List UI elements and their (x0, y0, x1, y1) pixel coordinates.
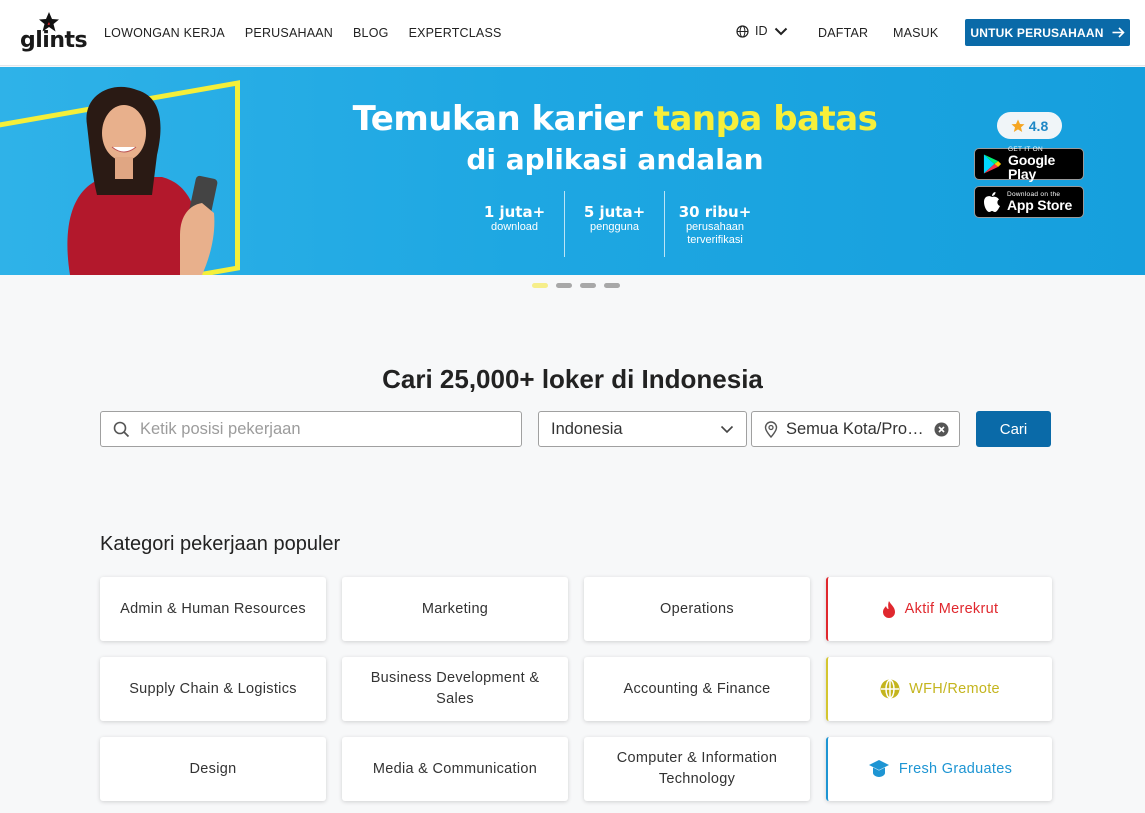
carousel-indicators (532, 283, 620, 288)
stat-number: 30 ribu+ (678, 203, 752, 221)
category-card[interactable]: Design (100, 737, 326, 801)
category-card-actively-hiring[interactable]: Aktif Merekrut (826, 577, 1052, 641)
category-label: Design (189, 760, 237, 777)
carousel-dot-3[interactable] (580, 283, 596, 288)
promo-banner[interactable]: Temukan karier tanpa batas di aplikasi a… (0, 67, 1145, 275)
banner-subtitle: di aplikasi andalan (466, 143, 764, 176)
category-card[interactable]: Admin & Human Resources (100, 577, 326, 641)
logo-text: glints (20, 28, 88, 53)
google-play-icon (983, 154, 1002, 174)
location-pin-icon (764, 420, 778, 438)
category-card[interactable]: Supply Chain & Logistics (100, 657, 326, 721)
login-link[interactable]: MASUK (893, 26, 938, 40)
categories-title: Kategori pekerjaan populer (100, 533, 341, 555)
carousel-dot-1[interactable] (532, 283, 548, 288)
category-card[interactable]: Computer & Information Technology (584, 737, 810, 801)
banner-title-highlight: tanpa batas (653, 99, 878, 139)
category-label: Marketing (421, 600, 489, 617)
chevron-down-icon (774, 27, 787, 35)
language-selector[interactable]: ID (736, 24, 788, 38)
app-store-label: App Store (1007, 197, 1073, 214)
carousel-dot-4[interactable] (604, 283, 620, 288)
search-icon (113, 421, 130, 437)
stat-users: 5 juta+ pengguna (565, 191, 665, 257)
banner-stats: 1 juta+ download 5 juta+ pengguna 30 rib… (465, 191, 765, 257)
category-card[interactable]: Business Development & Sales (342, 657, 568, 721)
nav-jobs[interactable]: LOWONGAN KERJA (104, 26, 225, 40)
google-play-button[interactable]: GET IT ON Google Play (974, 146, 1084, 183)
globe-icon (880, 679, 900, 699)
stat-downloads: 1 juta+ download (465, 191, 565, 257)
flame-icon (882, 600, 895, 618)
city-value: Semua Kota/Provinsi (786, 419, 926, 438)
category-label: Operations (660, 600, 734, 617)
arrow-right-icon (1112, 27, 1125, 38)
for-companies-button[interactable]: UNTUK PERUSAHAAN (965, 19, 1130, 46)
rating-value: 4.8 (1028, 117, 1049, 134)
nav-blog[interactable]: BLOG (353, 26, 389, 40)
category-card[interactable]: Marketing (342, 577, 568, 641)
category-label: Fresh Graduates (898, 760, 1013, 777)
search-button[interactable]: Cari (976, 411, 1051, 447)
search-title: Cari 25,000+ loker di Indonesia (382, 364, 763, 394)
apple-icon (984, 192, 1000, 212)
category-card[interactable]: Operations (584, 577, 810, 641)
category-label: Aktif Merekrut (904, 600, 999, 617)
chevron-down-icon (720, 425, 734, 433)
top-navbar: glints LOWONGAN KERJA PERUSAHAAN BLOG EX… (0, 0, 1145, 66)
job-position-search-field[interactable]: Ketik posisi pekerjaan (100, 411, 522, 447)
stat-number: 5 juta+ (583, 203, 646, 221)
category-grid: Admin & Human Resources Marketing Operat… (100, 577, 1052, 801)
language-label: ID (755, 24, 768, 38)
register-link[interactable]: DAFTAR (818, 26, 868, 40)
country-value: Indonesia (551, 419, 623, 438)
star-icon (1011, 119, 1025, 132)
woman-with-phone-image (67, 86, 218, 275)
glints-logo[interactable]: glints (20, 12, 88, 56)
category-label: Supply Chain & Logistics (129, 680, 297, 697)
google-play-label: Google Play (1008, 152, 1056, 183)
nav-expertclass[interactable]: EXPERTCLASS (409, 26, 502, 40)
main-nav: LOWONGAN KERJA PERUSAHAAN BLOG EXPERTCLA… (104, 26, 502, 40)
category-card-wfh-remote[interactable]: WFH/Remote (826, 657, 1052, 721)
stat-companies: 30 ribu+ perusahaan terverifikasi (665, 191, 765, 257)
category-label: Media & Communication (372, 760, 538, 777)
country-select[interactable]: Indonesia (538, 411, 747, 447)
city-select[interactable]: Semua Kota/Provinsi (751, 411, 960, 447)
stat-label: pengguna (590, 221, 639, 233)
category-card-fresh-graduates[interactable]: Fresh Graduates (826, 737, 1052, 801)
job-position-placeholder: Ketik posisi pekerjaan (140, 419, 301, 438)
stat-label: download (490, 221, 539, 233)
clear-icon[interactable] (934, 422, 949, 437)
banner-title: Temukan karier tanpa batas (300, 99, 930, 139)
app-store-button[interactable]: Download on the App Store (974, 186, 1084, 218)
globe-icon (736, 24, 749, 38)
app-rating-badge: 4.8 (997, 112, 1062, 139)
category-label: Computer & Information Technology (616, 750, 778, 787)
for-companies-label: UNTUK PERUSAHAAN (970, 25, 1104, 40)
category-label: WFH/Remote (909, 680, 1000, 697)
graduation-cap-icon (868, 760, 889, 777)
category-label: Admin & Human Resources (120, 600, 306, 617)
category-card[interactable]: Media & Communication (342, 737, 568, 801)
category-card[interactable]: Accounting & Finance (584, 657, 810, 721)
nav-companies[interactable]: PERUSAHAAN (245, 26, 333, 40)
stat-number: 1 juta+ (483, 203, 546, 221)
category-label: Business Development & Sales (370, 670, 540, 707)
banner-title-text: Temukan karier (352, 99, 654, 139)
carousel-dot-2[interactable] (556, 283, 572, 288)
stat-label: perusahaan terverifikasi (685, 221, 745, 246)
category-label: Accounting & Finance (623, 680, 771, 697)
